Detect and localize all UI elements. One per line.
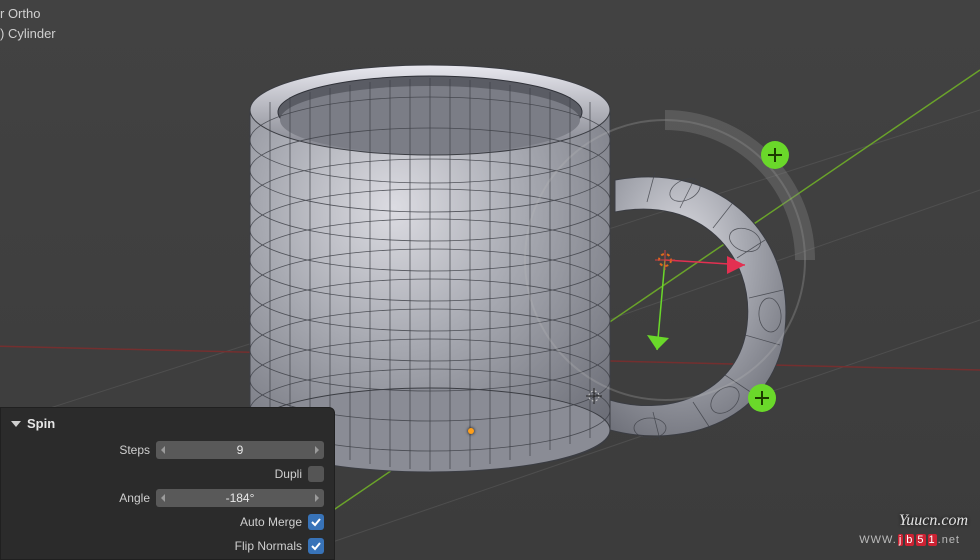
spin-plus-handle-bottom[interactable] xyxy=(748,384,776,412)
viewport-overlay-text: r Ortho ) Cylinder xyxy=(0,4,56,43)
overlay-line-1: r Ortho xyxy=(0,4,56,24)
spin-plus-handle-top[interactable] xyxy=(761,141,789,169)
watermark-secondary: WWW.jb51.net xyxy=(859,534,960,546)
overlay-line-2: ) Cylinder xyxy=(0,24,56,44)
automerge-label: Auto Merge xyxy=(240,515,302,529)
disclosure-triangle-icon xyxy=(11,421,21,427)
dupli-label: Dupli xyxy=(275,467,302,481)
steps-field[interactable]: 9 xyxy=(156,441,324,459)
angle-label: Angle xyxy=(11,491,156,505)
operator-title: Spin xyxy=(27,416,55,431)
flipnormals-checkbox[interactable] xyxy=(308,538,324,554)
flipnormals-label: Flip Normals xyxy=(235,539,302,553)
watermark-primary: Yuucn.com xyxy=(899,512,968,530)
angle-field[interactable]: -184° xyxy=(156,489,324,507)
origin-dot xyxy=(468,428,474,434)
steps-label: Steps xyxy=(11,443,156,457)
operator-panel-header[interactable]: Spin xyxy=(11,414,324,437)
operator-redo-panel[interactable]: Spin Steps 9 Dupli Angle -184° Auto Merg… xyxy=(0,407,335,560)
automerge-checkbox[interactable] xyxy=(308,514,324,530)
dupli-checkbox[interactable] xyxy=(308,466,324,482)
